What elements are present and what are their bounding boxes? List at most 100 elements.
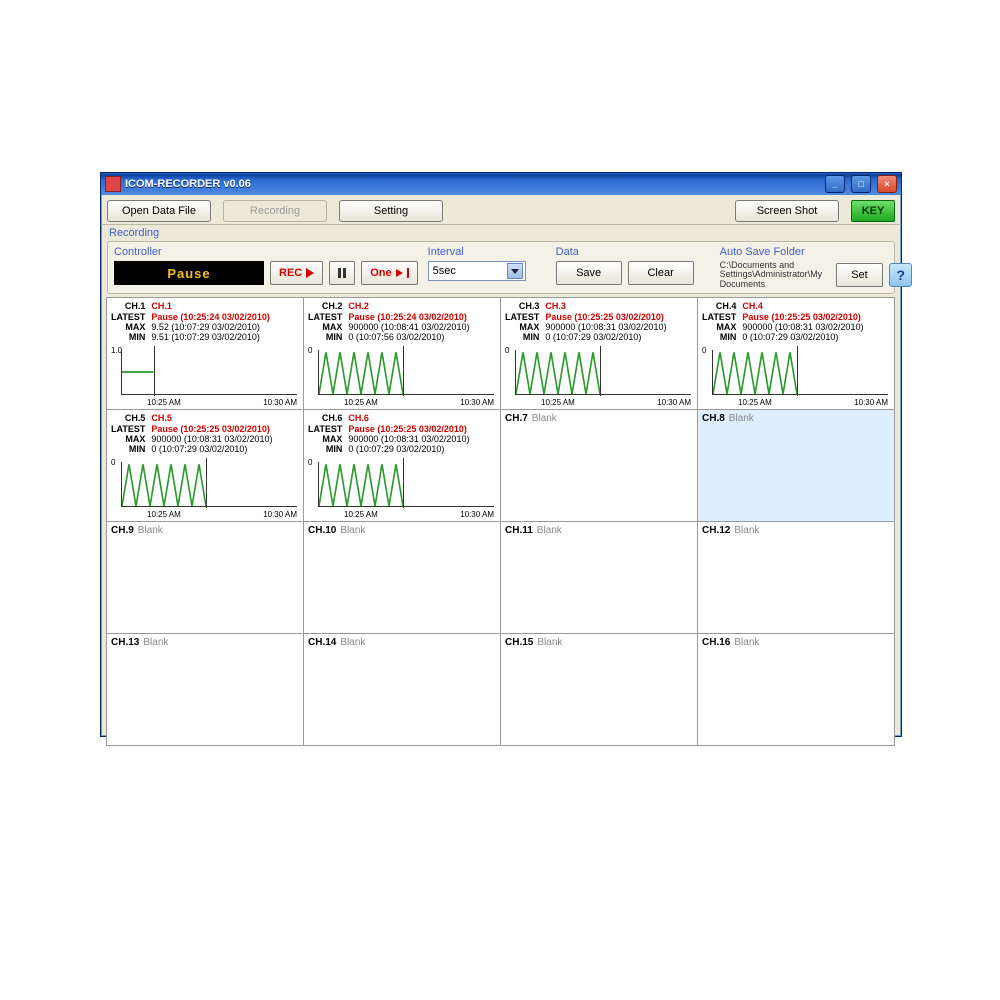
y-tick: 0 xyxy=(111,458,115,467)
interval-group: Interval 5sec xyxy=(428,246,526,281)
save-button[interactable]: Save xyxy=(556,261,622,285)
one-button[interactable]: One xyxy=(361,261,417,285)
channel-latest: Pause (10:25:24 03/02/2010) xyxy=(151,312,270,322)
channel-header: CH.3LATESTMAXMINCH.3Pause (10:25:25 03/0… xyxy=(505,301,693,342)
channel-max: 900000 (10:08:31 03/02/2010) xyxy=(151,434,272,444)
x-tick-left: 10:25 AM xyxy=(541,398,575,407)
channel-latest: Pause (10:25:25 03/02/2010) xyxy=(348,424,469,434)
help-button[interactable]: ? xyxy=(889,263,912,287)
channel-id: CH.7Blank xyxy=(505,413,693,424)
channel-min: 0 (10:07:29 03/02/2010) xyxy=(348,444,469,454)
blank-label: Blank xyxy=(143,637,168,648)
y-tick: 0 xyxy=(702,346,706,355)
channel-max: 900000 (10:08:31 03/02/2010) xyxy=(742,322,863,332)
interval-dropdown[interactable]: 5sec xyxy=(428,261,526,281)
pause-button[interactable] xyxy=(329,261,355,285)
blank-label: Blank xyxy=(734,525,759,536)
channel-name: CH.1 xyxy=(151,301,270,311)
channel-cell-ch-15[interactable]: CH.15Blank xyxy=(500,633,698,746)
blank-label: Blank xyxy=(734,637,759,648)
app-icon xyxy=(105,176,121,192)
step-bar-icon xyxy=(407,268,409,278)
maximize-button[interactable]: □ xyxy=(851,175,871,193)
data-group: Data Save Clear xyxy=(556,246,694,285)
chart-cursor xyxy=(206,458,207,508)
y-tick: 0 xyxy=(308,346,312,355)
chart-cursor xyxy=(797,346,798,396)
window-title: ICOM-RECORDER v0.06 xyxy=(125,178,821,190)
chart-cursor xyxy=(403,458,404,508)
channel-header: CH.5LATESTMAXMINCH.5Pause (10:25:25 03/0… xyxy=(111,413,299,454)
channel-cell-ch-8[interactable]: CH.8Blank xyxy=(697,409,895,522)
autosave-label: Auto Save Folder xyxy=(720,246,913,258)
channel-header: CH.4LATESTMAXMINCH.4Pause (10:25:25 03/0… xyxy=(702,301,890,342)
channel-cell-ch-1[interactable]: CH.1LATESTMAXMINCH.1Pause (10:25:24 03/0… xyxy=(106,297,304,410)
mini-chart xyxy=(318,350,494,395)
channel-latest: Pause (10:25:25 03/02/2010) xyxy=(151,424,272,434)
channel-name: CH.6 xyxy=(348,413,469,423)
mini-chart xyxy=(121,350,297,395)
channel-id: CH.12Blank xyxy=(702,525,890,536)
channel-latest: Pause (10:25:25 03/02/2010) xyxy=(742,312,863,322)
mini-chart xyxy=(121,462,297,507)
recording-tab[interactable]: Recording xyxy=(223,200,327,222)
channel-id: CH.9Blank xyxy=(111,525,299,536)
controller-label: Controller xyxy=(114,246,418,258)
channel-header: CH.6LATESTMAXMINCH.6Pause (10:25:25 03/0… xyxy=(308,413,496,454)
clear-button[interactable]: Clear xyxy=(628,261,694,285)
channel-max: 900000 (10:08:31 03/02/2010) xyxy=(545,322,666,332)
channel-max: 900000 (10:08:41 03/02/2010) xyxy=(348,322,469,332)
screen-shot-button[interactable]: Screen Shot xyxy=(735,200,839,222)
titlebar[interactable]: ICOM-RECORDER v0.06 _ □ × xyxy=(101,173,901,195)
interval-selected: 5sec xyxy=(433,265,456,277)
open-data-file-button[interactable]: Open Data File xyxy=(107,200,211,222)
channel-min: 0 (10:07:29 03/02/2010) xyxy=(151,444,272,454)
channel-cell-ch-16[interactable]: CH.16Blank xyxy=(697,633,895,746)
chevron-down-icon xyxy=(507,263,523,279)
channel-cell-ch-3[interactable]: CH.3LATESTMAXMINCH.3Pause (10:25:25 03/0… xyxy=(500,297,698,410)
channel-cell-ch-9[interactable]: CH.9Blank xyxy=(106,521,304,634)
chart-cursor xyxy=(403,346,404,396)
channel-cell-ch-14[interactable]: CH.14Blank xyxy=(303,633,501,746)
channel-cell-ch-11[interactable]: CH.11Blank xyxy=(500,521,698,634)
channel-cell-ch-5[interactable]: CH.5LATESTMAXMINCH.5Pause (10:25:25 03/0… xyxy=(106,409,304,522)
channel-cell-ch-6[interactable]: CH.6LATESTMAXMINCH.6Pause (10:25:25 03/0… xyxy=(303,409,501,522)
x-tick-left: 10:25 AM xyxy=(147,510,181,519)
channel-max: 900000 (10:08:31 03/02/2010) xyxy=(348,434,469,444)
y-tick: 0 xyxy=(308,458,312,467)
channel-grid: CH.1LATESTMAXMINCH.1Pause (10:25:24 03/0… xyxy=(101,298,901,754)
channel-cell-ch-4[interactable]: CH.4LATESTMAXMINCH.4Pause (10:25:25 03/0… xyxy=(697,297,895,410)
key-button[interactable]: KEY xyxy=(851,200,895,222)
channel-cell-ch-12[interactable]: CH.12Blank xyxy=(697,521,895,634)
blank-label: Blank xyxy=(138,525,163,536)
channel-min: 0 (10:07:29 03/02/2010) xyxy=(742,332,863,342)
channel-name: CH.2 xyxy=(348,301,469,311)
channel-max: 9.52 (10:07:29 03/02/2010) xyxy=(151,322,270,332)
channel-cell-ch-10[interactable]: CH.10Blank xyxy=(303,521,501,634)
setting-tab[interactable]: Setting xyxy=(339,200,443,222)
rec-label: REC xyxy=(279,267,302,279)
data-label: Data xyxy=(556,246,694,258)
minimize-button[interactable]: _ xyxy=(825,175,845,193)
close-button[interactable]: × xyxy=(877,175,897,193)
channel-id: CH.14Blank xyxy=(308,637,496,648)
channel-cell-ch-7[interactable]: CH.7Blank xyxy=(500,409,698,522)
channel-header: CH.1LATESTMAXMINCH.1Pause (10:25:24 03/0… xyxy=(111,301,299,342)
x-tick-left: 10:25 AM xyxy=(147,398,181,407)
x-tick-left: 10:25 AM xyxy=(738,398,772,407)
channel-cell-ch-13[interactable]: CH.13Blank xyxy=(106,633,304,746)
channel-min: 0 (10:07:29 03/02/2010) xyxy=(545,332,666,342)
pause-icon xyxy=(338,268,346,278)
channel-header: CH.2LATESTMAXMINCH.2Pause (10:25:24 03/0… xyxy=(308,301,496,342)
y-tick: 0 xyxy=(505,346,509,355)
channel-id: CH.16Blank xyxy=(702,637,890,648)
chart-cursor xyxy=(154,346,155,396)
controller-group: Controller Pause REC One xyxy=(114,246,418,285)
set-folder-button[interactable]: Set xyxy=(836,263,884,287)
rec-button[interactable]: REC xyxy=(270,261,323,285)
channel-id: CH.15Blank xyxy=(505,637,693,648)
channel-id: CH.11Blank xyxy=(505,525,693,536)
channel-cell-ch-2[interactable]: CH.2LATESTMAXMINCH.2Pause (10:25:24 03/0… xyxy=(303,297,501,410)
x-tick-right: 10:30 AM xyxy=(460,398,494,407)
controller-status: Pause xyxy=(114,261,264,285)
